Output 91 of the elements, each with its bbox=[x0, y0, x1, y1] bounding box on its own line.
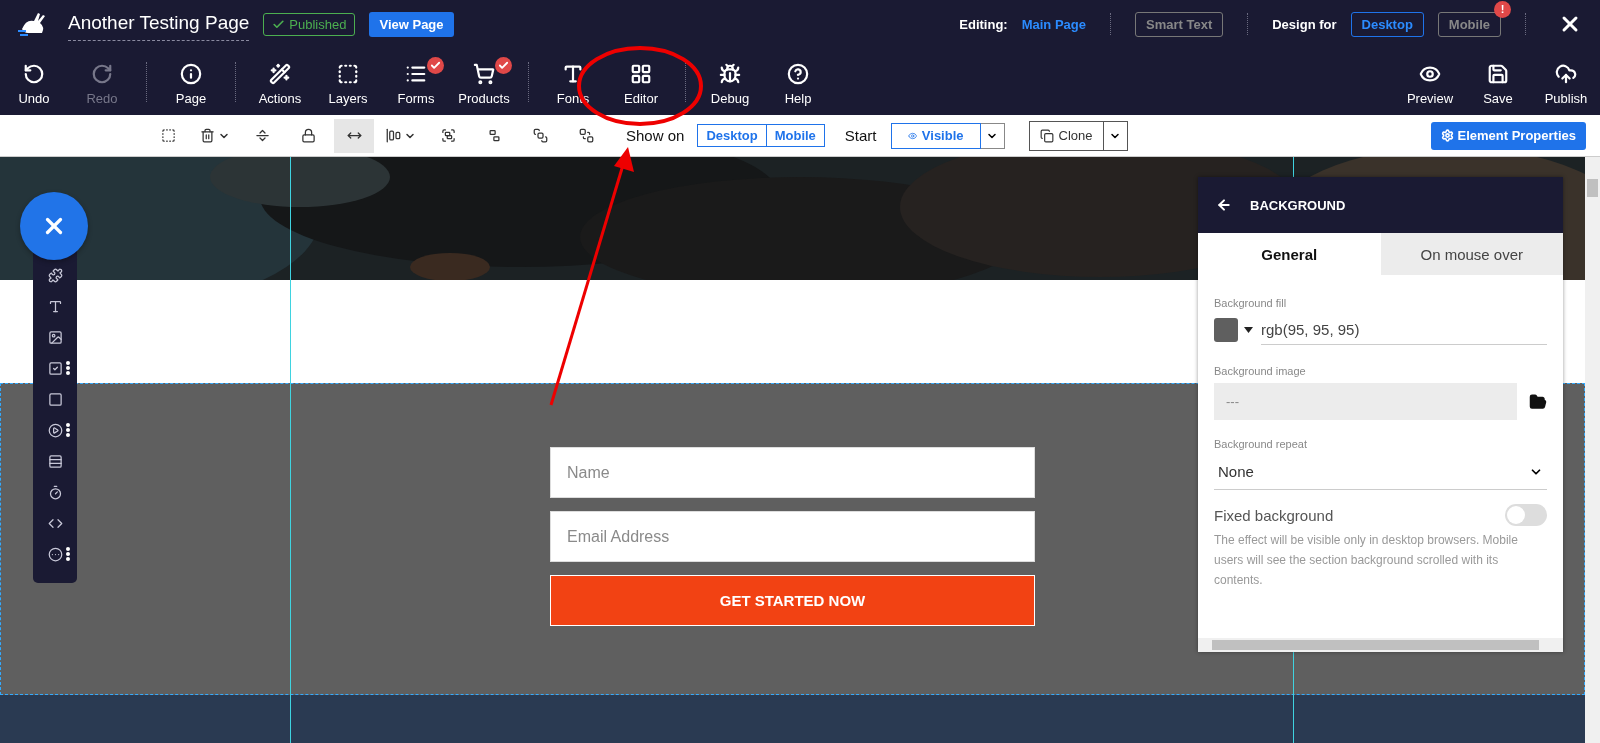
bug-icon bbox=[719, 63, 741, 85]
more-dots-icon bbox=[66, 423, 70, 437]
preview-button[interactable]: Preview bbox=[1396, 57, 1464, 106]
page-button[interactable]: Page bbox=[157, 57, 225, 106]
input-field[interactable]: Name bbox=[550, 447, 1035, 498]
puzzle-icon bbox=[47, 268, 63, 283]
debug-button[interactable]: Debug bbox=[696, 57, 764, 106]
check-badge-icon bbox=[427, 57, 444, 74]
checkbox-icon bbox=[47, 361, 63, 376]
image-field[interactable]: --- bbox=[1214, 383, 1517, 420]
field-label: Background repeat bbox=[1214, 438, 1308, 450]
divider-icon bbox=[254, 128, 270, 143]
align-icon bbox=[386, 128, 401, 143]
element-properties-button[interactable]: Element Properties bbox=[1430, 121, 1586, 150]
send-back-icon bbox=[578, 128, 594, 143]
lock-icon bbox=[300, 128, 316, 143]
actions-button[interactable]: Actions bbox=[246, 57, 314, 106]
cart-icon bbox=[473, 63, 495, 85]
dropdown-caret-button[interactable] bbox=[1103, 120, 1128, 151]
smart-text-button[interactable]: Smart Text bbox=[1135, 11, 1224, 37]
code-icon bbox=[47, 516, 63, 531]
fixed-background-label: Fixed background bbox=[1214, 506, 1334, 524]
gear-icon bbox=[1440, 129, 1454, 142]
horizontal-scrollbar[interactable] bbox=[1198, 638, 1563, 652]
font-icon bbox=[562, 63, 584, 85]
timer-icon bbox=[47, 485, 63, 500]
caret-icon bbox=[1244, 327, 1253, 333]
layers-button[interactable]: Layers bbox=[314, 57, 382, 106]
field-label: Background image bbox=[1214, 365, 1307, 377]
panel-title: BACKGROUND bbox=[1250, 197, 1346, 213]
image-icon bbox=[47, 330, 63, 345]
back-arrow-button[interactable] bbox=[1216, 197, 1232, 213]
page-title[interactable]: Another Testing Page bbox=[68, 7, 250, 41]
copy-icon bbox=[1039, 128, 1054, 143]
ungroup-icon bbox=[486, 128, 502, 143]
color-swatch[interactable] bbox=[1214, 318, 1238, 342]
bring-front-icon bbox=[532, 128, 548, 143]
editing-label: Editing: bbox=[959, 16, 1008, 32]
check-badge-icon bbox=[495, 57, 512, 74]
dashed-square-icon bbox=[160, 128, 176, 143]
panel-tab[interactable]: On mouse over bbox=[1380, 233, 1563, 275]
view-page-button[interactable]: View Page bbox=[369, 11, 454, 37]
dropdown-caret-button[interactable] bbox=[980, 122, 1005, 149]
help-button[interactable]: Help bbox=[764, 57, 832, 106]
text-icon bbox=[47, 299, 63, 314]
fixed-background-switch[interactable] bbox=[1505, 504, 1547, 526]
help-icon bbox=[787, 63, 809, 85]
products-button[interactable]: Products bbox=[450, 57, 518, 106]
scrollbar[interactable] bbox=[1585, 157, 1600, 743]
grid-icon bbox=[630, 63, 652, 85]
square-icon bbox=[47, 392, 63, 407]
more-dots-icon bbox=[66, 361, 70, 375]
editor-button[interactable]: Editor bbox=[607, 57, 675, 106]
save-button[interactable]: Save bbox=[1464, 57, 1532, 106]
list-icon bbox=[405, 63, 427, 85]
redo-icon bbox=[91, 63, 113, 85]
play-icon bbox=[47, 423, 63, 438]
dashed-square-icon bbox=[337, 63, 359, 85]
rabbit-logo-icon bbox=[18, 11, 48, 37]
start-label: Start bbox=[844, 127, 877, 144]
visibility-dropdown[interactable]: Visible bbox=[890, 122, 981, 149]
more-dots-icon bbox=[66, 547, 70, 561]
cloud-upload-icon bbox=[1555, 63, 1577, 85]
published-badge: Published bbox=[263, 12, 356, 36]
folder-button[interactable] bbox=[1529, 392, 1547, 411]
show-on-label: Show on bbox=[626, 127, 685, 144]
group-icon bbox=[440, 128, 456, 143]
input-field[interactable]: Email Address bbox=[550, 511, 1035, 562]
info-icon bbox=[180, 63, 202, 85]
design-mode-button[interactable]: Desktop bbox=[1350, 11, 1424, 37]
get-started-button[interactable]: GET STARTED NOW bbox=[550, 575, 1035, 626]
forms-button[interactable]: Forms bbox=[382, 57, 450, 106]
clone-button[interactable]: Clone bbox=[1028, 120, 1104, 151]
repeat-select[interactable]: None bbox=[1214, 454, 1547, 490]
trash-icon bbox=[200, 128, 215, 143]
field-label: Background fill bbox=[1214, 297, 1288, 309]
main-page-link[interactable]: Main Page bbox=[1021, 16, 1086, 32]
magic-wand-icon bbox=[269, 63, 291, 85]
show-on-toggle[interactable]: Mobile bbox=[765, 124, 825, 147]
color-value-field[interactable]: rgb(95, 95, 95) bbox=[1261, 315, 1547, 345]
fixed-background-note: The effect will be visible only in desktop browsers. Mobile users will see the section background scrolled with its contents. bbox=[1214, 532, 1519, 589]
show-on-toggle[interactable]: Desktop bbox=[697, 124, 767, 147]
check-icon bbox=[272, 17, 286, 31]
publish-button[interactable]: Publish bbox=[1532, 57, 1600, 106]
rows-icon bbox=[47, 454, 63, 469]
design-for-label: Design for bbox=[1272, 16, 1337, 32]
undo-icon bbox=[23, 63, 45, 85]
undo-button[interactable]: Undo bbox=[0, 57, 68, 106]
tool-button[interactable] bbox=[334, 118, 374, 153]
ellipsis-icon bbox=[47, 547, 63, 562]
alert-badge: ! bbox=[1494, 0, 1511, 18]
